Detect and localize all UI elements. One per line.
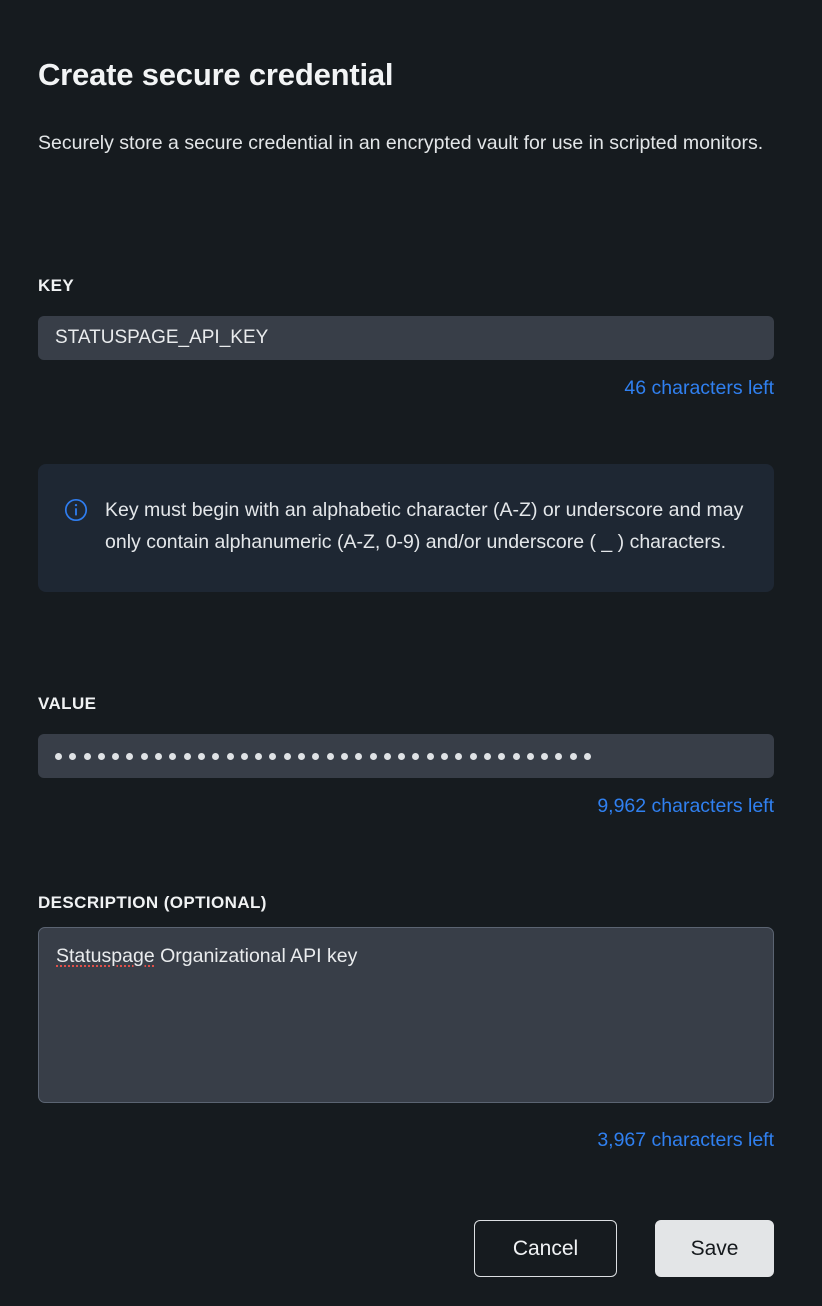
masked-dot [298,752,306,760]
info-circle-icon [64,498,88,522]
spellcheck-word: Statuspage [56,945,155,967]
value-field-label: VALUE [38,694,97,713]
masked-dot [555,752,563,760]
key-input[interactable] [38,316,774,360]
masked-dot [112,752,120,760]
masked-dot [569,752,577,760]
description-field-label: DESCRIPTION (OPTIONAL) [38,893,267,912]
masked-dot [155,752,163,760]
masked-dot [455,752,463,760]
masked-dot [326,752,334,760]
masked-dot [97,752,105,760]
masked-dot [226,752,234,760]
page-title: Create secure credential [38,57,394,92]
value-masked-dots [55,752,591,760]
masked-dot [412,752,420,760]
value-character-counter: 9,962 characters left [597,795,774,817]
value-input[interactable] [38,734,774,778]
page-description: Securely store a secure credential in an… [38,132,764,154]
masked-dot [583,752,591,760]
masked-dot [283,752,291,760]
description-text-rest: Organizational API key [154,945,358,967]
masked-dot [398,752,406,760]
description-textarea[interactable]: Statuspage Organizational API key [38,927,774,1103]
masked-dot [197,752,205,760]
masked-dot [512,752,520,760]
masked-dot [383,752,391,760]
masked-dot [340,752,348,760]
masked-dot [169,752,177,760]
masked-dot [69,752,77,760]
masked-dot [255,752,263,760]
masked-dot [83,752,91,760]
masked-dot [140,752,148,760]
masked-dot [483,752,491,760]
save-button[interactable]: Save [655,1220,774,1277]
masked-dot [240,752,248,760]
masked-dot [355,752,363,760]
description-textarea-text: Statuspage Organizational API key [56,942,756,970]
masked-dot [183,752,191,760]
key-format-info-callout: Key must begin with an alphabetic charac… [38,464,774,592]
masked-dot [426,752,434,760]
masked-dot [126,752,134,760]
info-callout-text: Key must begin with an alphabetic charac… [105,499,744,553]
masked-dot [498,752,506,760]
key-field-label: KEY [38,276,75,295]
description-character-counter: 3,967 characters left [597,1129,774,1151]
masked-dot [55,752,62,760]
masked-dot [212,752,220,760]
masked-dot [441,752,449,760]
dialog-actions: Cancel Save [38,1220,774,1277]
masked-dot [269,752,277,760]
masked-dot [541,752,549,760]
create-secure-credential-dialog: Create secure credential Securely store … [0,0,822,1306]
key-character-counter: 46 characters left [624,377,774,399]
masked-dot [369,752,377,760]
cancel-button[interactable]: Cancel [474,1220,617,1277]
masked-dot [526,752,534,760]
masked-dot [312,752,320,760]
masked-dot [469,752,477,760]
